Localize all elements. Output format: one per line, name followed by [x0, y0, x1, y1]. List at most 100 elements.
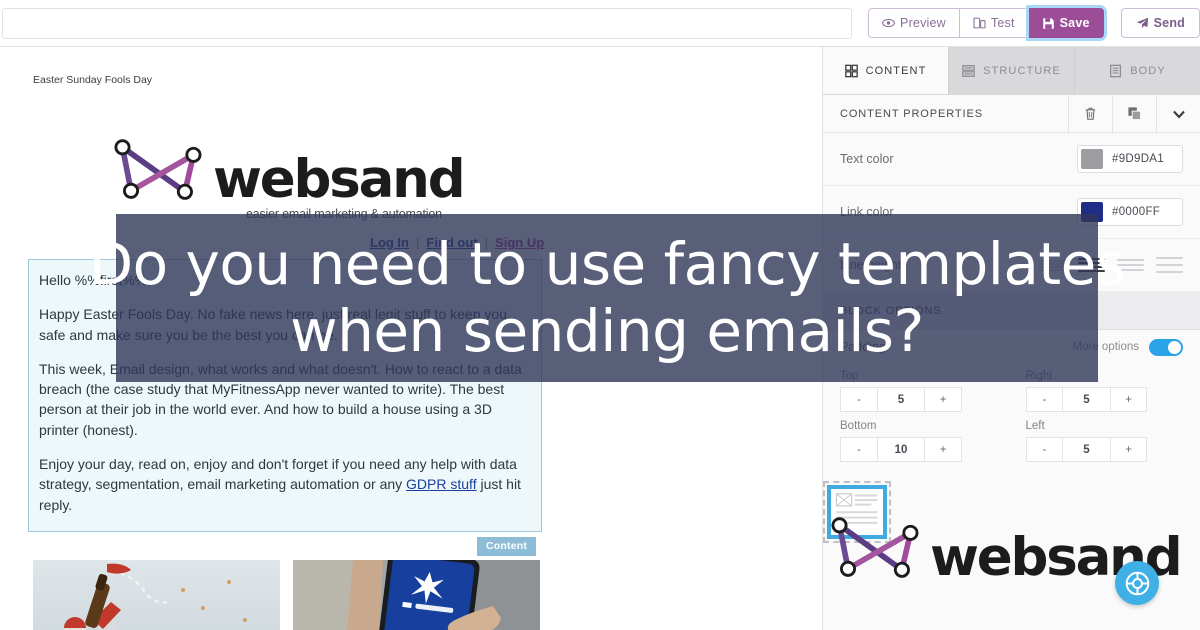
- duplicate-block-button[interactable]: [1112, 94, 1156, 133]
- paper-plane-icon: [1136, 17, 1149, 30]
- properties-panel: CONTENT STRUCTURE BODY CONTENT PROPERTIE…: [822, 47, 1200, 630]
- link-color-picker[interactable]: #0000FF: [1077, 198, 1183, 226]
- save-button-label: Save: [1059, 16, 1090, 30]
- nav-link-find-out[interactable]: Find out: [426, 235, 477, 250]
- line-height-options: [1039, 255, 1183, 275]
- email-canvas[interactable]: Easter Sunday Fools Day websand easier e…: [0, 47, 822, 630]
- padding-bottom-value[interactable]: 10: [877, 437, 926, 462]
- photo-myfitnesspal-app[interactable]: [293, 560, 540, 630]
- text-color-row: Text color #9D9DA1: [823, 133, 1200, 186]
- padding-left-label: Left: [1025, 420, 1045, 432]
- panel-websand-logo-mark: [831, 517, 919, 578]
- padding-right-label: Right: [1025, 370, 1053, 382]
- text-color-swatch: [1081, 149, 1103, 169]
- email-editor-app: Preview Test Save Send Easter Sunday Foo…: [0, 0, 1200, 630]
- lifebuoy-icon: [1125, 571, 1149, 595]
- padding-bottom-label: Bottom: [840, 420, 877, 432]
- padding-top-increment[interactable]: +: [925, 387, 962, 412]
- document-icon: [1109, 64, 1122, 77]
- padding-bottom-decrement[interactable]: -: [840, 437, 878, 462]
- padding-top-value[interactable]: 5: [877, 387, 926, 412]
- rows-icon: [962, 64, 975, 77]
- email-logo: websand: [110, 135, 466, 211]
- padding-top-label: Top: [840, 370, 859, 382]
- eye-icon: [882, 17, 895, 30]
- line-height-label: Line height: [840, 258, 902, 272]
- text-color-value: #9D9DA1: [1112, 153, 1164, 165]
- content-block-badge[interactable]: Content: [477, 537, 537, 556]
- tab-body-label: BODY: [1130, 64, 1166, 77]
- content-properties-header: CONTENT PROPERTIES: [823, 94, 1200, 133]
- top-toolbar: Preview Test Save Send: [0, 0, 1200, 47]
- padding-bottom-increment[interactable]: +: [925, 437, 962, 462]
- tab-structure-label: STRUCTURE: [983, 64, 1061, 77]
- padding-left-value[interactable]: 5: [1063, 437, 1111, 462]
- content-properties-title: CONTENT PROPERTIES: [840, 107, 983, 120]
- photo-champagne-celebration[interactable]: [33, 560, 280, 630]
- email-paragraph-2: This week, Email design, what works and …: [39, 360, 522, 438]
- websand-logo-mark: [114, 139, 202, 200]
- gdpr-link[interactable]: GDPR stuff: [406, 476, 477, 492]
- line-height-option-4[interactable]: [1156, 255, 1183, 275]
- nav-separator-2: |: [484, 235, 489, 250]
- save-button[interactable]: Save: [1028, 8, 1104, 38]
- padding-top-control: Top - 5 +: [840, 370, 998, 412]
- floppy-disk-icon: [1042, 17, 1055, 30]
- test-button-label: Test: [990, 16, 1015, 30]
- line-height-option-2[interactable]: [1078, 255, 1105, 275]
- link-color-row: Link color #0000FF: [823, 186, 1200, 239]
- padding-label: Padding: [840, 340, 886, 354]
- preheader-text: Easter Sunday Fools Day: [33, 74, 153, 86]
- padding-left-control: Left - 5 +: [1025, 420, 1184, 462]
- text-color-picker[interactable]: #9D9DA1: [1077, 145, 1183, 173]
- test-button[interactable]: Test: [959, 8, 1029, 38]
- text-color-label: Text color: [840, 152, 894, 166]
- link-color-value: #0000FF: [1112, 206, 1161, 218]
- link-color-swatch: [1081, 202, 1103, 222]
- line-height-option-1[interactable]: [1039, 255, 1066, 275]
- more-options-label: More options: [1072, 341, 1139, 353]
- email-text-block[interactable]: Hello %%first%%, Happy Easter Fools Day.…: [28, 259, 542, 532]
- action-button-group: Preview Test Save: [868, 8, 1104, 38]
- panel-tabs: CONTENT STRUCTURE BODY: [823, 47, 1200, 95]
- tab-content[interactable]: CONTENT: [823, 47, 949, 94]
- link-color-label: Link color: [840, 205, 894, 219]
- email-greeting: Hello %%first%%,: [39, 272, 152, 288]
- send-button-label: Send: [1153, 16, 1185, 30]
- email-nav-links: Log In | Find out | Sign Up: [370, 235, 544, 250]
- help-support-button[interactable]: [1115, 561, 1159, 605]
- padding-right-control: Right - 5 +: [1025, 370, 1184, 412]
- device-icon: [973, 17, 986, 30]
- preview-button[interactable]: Preview: [868, 8, 960, 38]
- padding-left-stepper[interactable]: - 5 +: [1025, 437, 1148, 462]
- logo-tagline: easier email marketing & automation: [246, 207, 442, 221]
- tab-body[interactable]: BODY: [1075, 47, 1200, 94]
- padding-right-value[interactable]: 5: [1063, 387, 1111, 412]
- nav-link-login[interactable]: Log In: [370, 235, 409, 250]
- padding-right-decrement[interactable]: -: [1025, 387, 1064, 412]
- collapse-panel-button[interactable]: [1156, 94, 1200, 133]
- send-button[interactable]: Send: [1120, 8, 1200, 38]
- nav-link-sign-up[interactable]: Sign Up: [495, 235, 544, 250]
- line-height-option-3[interactable]: [1117, 255, 1144, 275]
- subject-input[interactable]: [2, 7, 853, 39]
- padding-left-decrement[interactable]: -: [1025, 437, 1064, 462]
- padding-left-increment[interactable]: +: [1110, 437, 1148, 462]
- padding-header: Padding More options: [823, 330, 1200, 364]
- email-paragraph-3: Enjoy your day, read on, enjoy and don't…: [39, 454, 527, 515]
- padding-top-stepper[interactable]: - 5 +: [840, 387, 962, 412]
- tab-content-label: CONTENT: [865, 64, 927, 77]
- padding-bottom-stepper[interactable]: - 10 +: [840, 437, 962, 462]
- tab-structure[interactable]: STRUCTURE: [949, 47, 1075, 94]
- more-options-toggle[interactable]: [1149, 338, 1183, 356]
- block-options-header: BLOCK OPTIONS: [823, 292, 1200, 330]
- preview-button-label: Preview: [900, 16, 946, 30]
- grid-icon: [844, 64, 858, 77]
- padding-top-decrement[interactable]: -: [840, 387, 878, 412]
- email-paragraph-1: Happy Easter Fools Day. No fake news her…: [39, 306, 507, 343]
- padding-bottom-control: Bottom - 10 +: [840, 420, 998, 462]
- delete-block-button[interactable]: [1068, 94, 1112, 133]
- padding-right-stepper[interactable]: - 5 +: [1025, 387, 1148, 412]
- websand-logo-text: websand: [213, 149, 466, 211]
- padding-right-increment[interactable]: +: [1110, 387, 1148, 412]
